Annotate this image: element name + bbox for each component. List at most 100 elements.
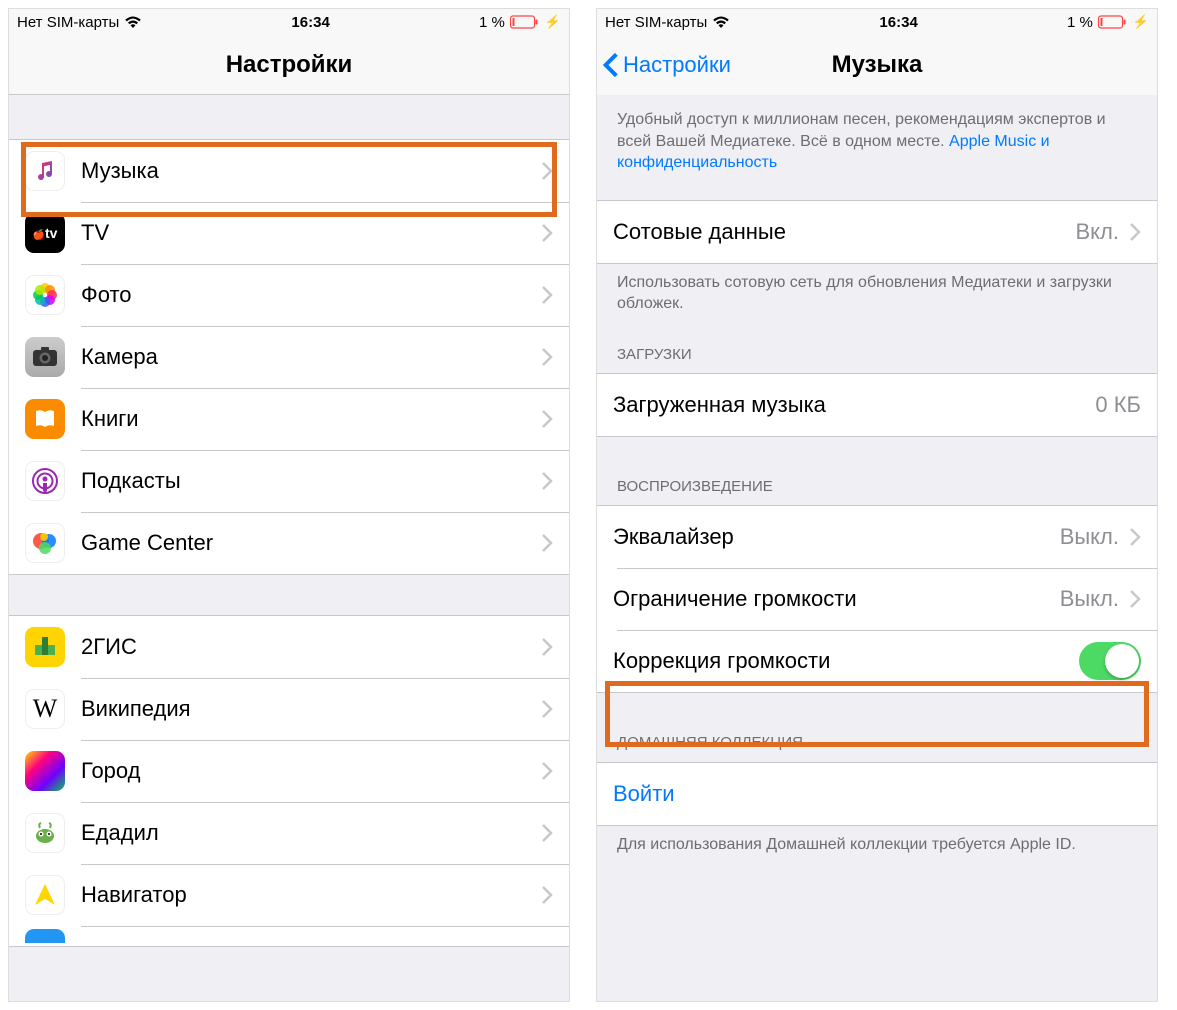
home-sharing-header: ДОМАШНЯЯ КОЛЛЕКЦИЯ [597,693,1157,761]
clock: 16:34 [291,14,329,31]
settings-row-music[interactable]: Музыка [9,140,569,202]
wifi-icon [124,15,142,29]
back-button[interactable]: Настройки [603,35,731,95]
chevron-right-icon [541,223,553,243]
books-icon [25,399,65,439]
row-label: Game Center [81,530,541,556]
page-title: Настройки [226,51,353,79]
sign-in-row[interactable]: Войти [597,763,1157,825]
downloaded-music-row[interactable]: Загруженная музыка 0 КБ [597,374,1157,436]
row-label: Фото [81,282,541,308]
chevron-right-icon [541,161,553,181]
volume-limit-row[interactable]: Ограничение громкости Выкл. [597,568,1157,630]
home-sharing-group: Войти [597,762,1157,826]
wifi-icon [712,15,730,29]
settings-row-wikipedia[interactable]: W Википедия [9,678,569,740]
chevron-right-icon [541,347,553,367]
settings-group-thirdparty: 2ГИС W Википедия Город Едадил Навигатор [9,615,569,947]
row-label: Едадил [81,820,541,846]
row-label: 2ГИС [81,634,541,660]
cellular-data-row[interactable]: Сотовые данные Вкл. [597,201,1157,263]
gamecenter-icon [25,523,65,563]
row-label: Город [81,758,541,784]
row-value: Выкл. [1060,586,1119,612]
tv-icon: 🍎tv [25,213,65,253]
app-icon [25,929,65,943]
settings-row-edadil[interactable]: Едадил [9,802,569,864]
back-label: Настройки [623,52,731,78]
settings-row-podcasts[interactable]: Подкасты [9,450,569,512]
chevron-right-icon [541,699,553,719]
settings-group-apps: Музыка 🍎tv TV Фото Камера Книги [9,139,569,575]
row-label: Эквалайзер [613,524,1060,550]
row-label: Загруженная музыка [613,392,1095,418]
chevron-right-icon [541,761,553,781]
nav-bar: Настройки Музыка [597,35,1157,95]
clock: 16:34 [879,14,917,31]
cellular-footer: Использовать сотовую сеть для обновления… [597,264,1157,323]
row-label: Подкасты [81,468,541,494]
row-value: Выкл. [1060,524,1119,550]
nav-bar: Настройки [9,35,569,95]
wikipedia-icon: W [25,689,65,729]
settings-row-2gis[interactable]: 2ГИС [9,616,569,678]
podcasts-icon [25,461,65,501]
row-label: TV [81,220,541,246]
2gis-icon [25,627,65,667]
chevron-right-icon [541,823,553,843]
phone-music-settings: Нет SIM-карты 16:34 1 % ⚡ Настройки Музы… [596,8,1158,1002]
chevron-right-icon [541,637,553,657]
row-value: 0 КБ [1095,392,1141,418]
sound-check-row[interactable]: Коррекция громкости [597,630,1157,692]
chevron-right-icon [1129,222,1141,242]
settings-row-gorod[interactable]: Город [9,740,569,802]
row-label: Навигатор [81,882,541,908]
carrier-text: Нет SIM-карты [17,14,119,31]
status-bar: Нет SIM-карты 16:34 1 % ⚡ [597,9,1157,35]
playback-group: Эквалайзер Выкл. Ограничение громкости В… [597,505,1157,693]
chevron-right-icon [1129,527,1141,547]
row-value: Вкл. [1076,219,1120,245]
chevron-right-icon [541,285,553,305]
chevron-right-icon [541,409,553,429]
chevron-right-icon [541,533,553,553]
row-label: Ограничение громкости [613,586,1060,612]
carrier-text: Нет SIM-карты [605,14,707,31]
chevron-right-icon [1129,589,1141,609]
navigator-icon [25,875,65,915]
chevron-right-icon [541,885,553,905]
home-sharing-footer: Для использования Домашней коллекции тре… [597,826,1157,864]
battery-percent: 1 % [479,14,505,31]
sound-check-toggle[interactable] [1079,642,1141,680]
phone-settings: Нет SIM-карты 16:34 1 % ⚡ Настройки Музы… [8,8,570,1002]
cellular-group: Сотовые данные Вкл. [597,200,1157,264]
charging-icon: ⚡ [545,14,561,30]
row-label: Камера [81,344,541,370]
edadil-icon [25,813,65,853]
settings-row-books[interactable]: Книги [9,388,569,450]
page-title: Музыка [832,51,923,79]
chevron-right-icon [541,471,553,491]
photos-icon [25,275,65,315]
settings-row-partial[interactable] [9,926,569,946]
apple-music-footer: Удобный доступ к миллионам песен, рекоме… [597,95,1157,182]
charging-icon: ⚡ [1133,14,1149,30]
settings-row-navigator[interactable]: Навигатор [9,864,569,926]
row-label: Сотовые данные [613,219,1076,245]
settings-row-camera[interactable]: Камера [9,326,569,388]
music-icon [25,151,65,191]
battery-icon [1098,15,1128,29]
status-bar: Нет SIM-карты 16:34 1 % ⚡ [9,9,569,35]
row-label: Википедия [81,696,541,722]
battery-percent: 1 % [1067,14,1093,31]
downloads-group: Загруженная музыка 0 КБ [597,373,1157,437]
equalizer-row[interactable]: Эквалайзер Выкл. [597,506,1157,568]
camera-icon [25,337,65,377]
downloads-header: ЗАГРУЗКИ [597,323,1157,373]
settings-row-gamecenter[interactable]: Game Center [9,512,569,574]
row-label: Коррекция громкости [613,648,1079,674]
battery-icon [510,15,540,29]
settings-row-photos[interactable]: Фото [9,264,569,326]
settings-row-tv[interactable]: 🍎tv TV [9,202,569,264]
row-label: Книги [81,406,541,432]
